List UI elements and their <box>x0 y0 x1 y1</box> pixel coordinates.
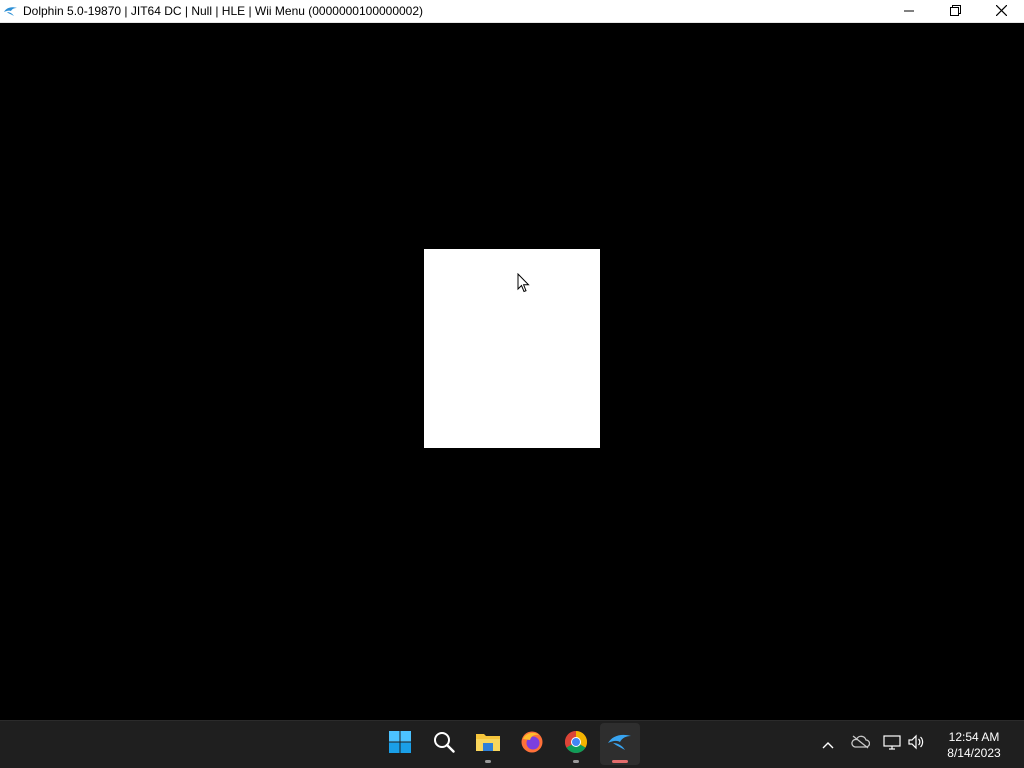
running-indicator <box>573 760 579 763</box>
network-button[interactable] <box>880 733 904 757</box>
search-button[interactable] <box>424 723 464 765</box>
emulator-render-area[interactable] <box>0 23 1024 720</box>
search-icon <box>433 731 455 758</box>
dolphin-icon <box>607 732 633 757</box>
window-title: Dolphin 5.0-19870 | JIT64 DC | Null | HL… <box>23 4 424 18</box>
running-indicator <box>485 760 491 763</box>
show-hidden-icons-button[interactable] <box>816 733 840 757</box>
chevron-up-icon <box>822 736 834 754</box>
firefox-icon <box>520 730 544 759</box>
dolphin-icon <box>3 3 19 19</box>
taskbar: 12:54 AM 8/14/2023 <box>0 720 1024 768</box>
mouse-cursor-icon <box>517 272 531 293</box>
chrome-button[interactable] <box>556 723 596 765</box>
close-button[interactable] <box>978 0 1024 23</box>
onedrive-button[interactable] <box>848 733 872 757</box>
network-icon <box>883 734 901 755</box>
active-indicator <box>612 760 628 763</box>
restore-button[interactable] <box>932 0 978 23</box>
start-button[interactable] <box>380 723 420 765</box>
folder-icon <box>475 731 501 758</box>
minimize-button[interactable] <box>886 0 932 23</box>
volume-button[interactable] <box>904 733 928 757</box>
window-titlebar[interactable]: Dolphin 5.0-19870 | JIT64 DC | Null | HL… <box>0 0 1024 23</box>
firefox-button[interactable] <box>512 723 552 765</box>
clock-date: 8/14/2023 <box>947 745 1001 760</box>
dolphin-taskbar-button[interactable] <box>600 723 640 765</box>
speaker-icon <box>907 734 925 755</box>
minimize-icon <box>904 3 914 21</box>
file-explorer-button[interactable] <box>468 723 508 765</box>
wii-menu-placeholder-frame <box>424 249 600 448</box>
window-controls <box>886 0 1024 23</box>
windows-logo-icon <box>388 730 412 759</box>
onedrive-offline-icon <box>850 735 871 754</box>
close-icon <box>995 3 1007 21</box>
restore-icon <box>949 3 961 21</box>
taskbar-clock[interactable]: 12:54 AM 8/14/2023 <box>934 729 1014 761</box>
taskbar-apps <box>380 723 640 765</box>
chrome-icon <box>564 730 588 759</box>
clock-time: 12:54 AM <box>948 729 1000 744</box>
system-tray: 12:54 AM 8/14/2023 <box>816 721 1024 768</box>
